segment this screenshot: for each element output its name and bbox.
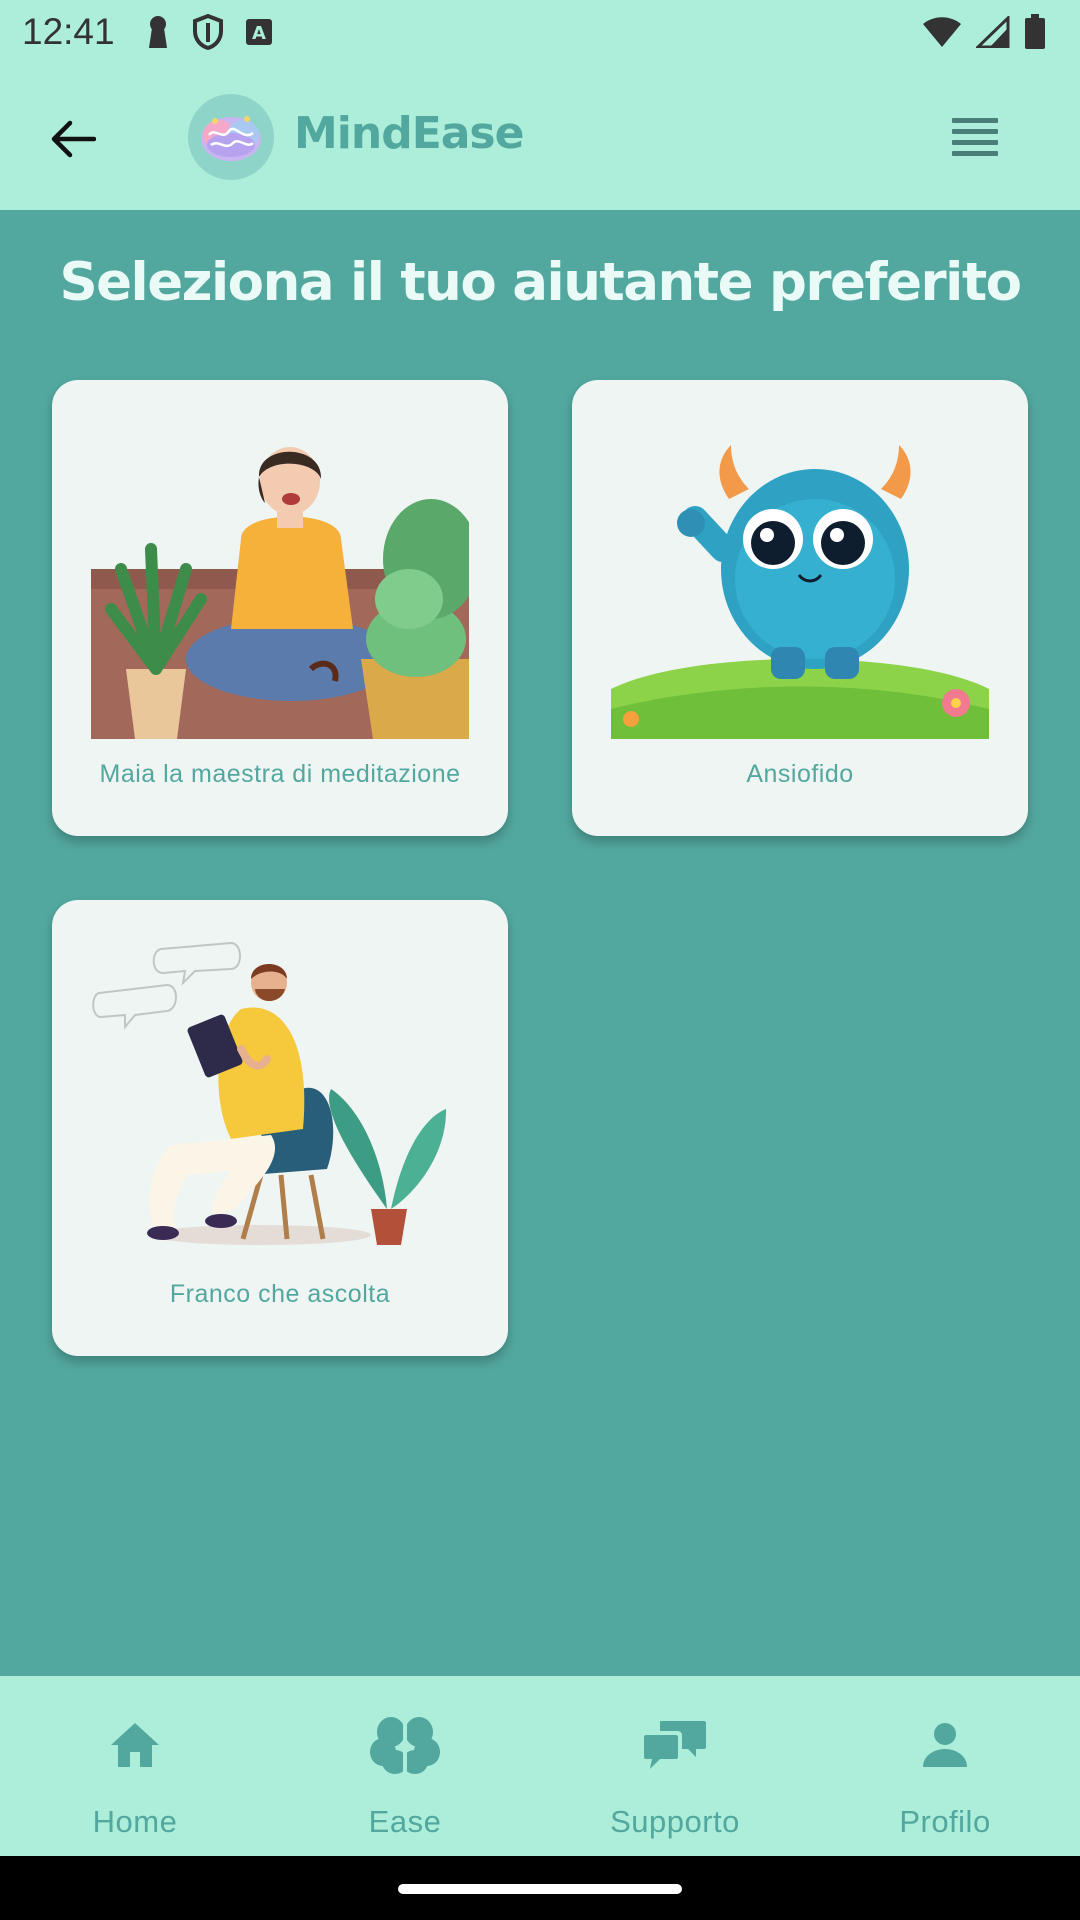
- nav-item-ease[interactable]: Ease: [270, 1676, 540, 1856]
- page-title: Seleziona il tuo aiutante preferito: [59, 252, 1022, 313]
- helper-card-maia[interactable]: Maia la maestra di meditazione: [52, 380, 508, 836]
- brain-logo-icon: [201, 116, 261, 161]
- gesture-bar: [0, 1856, 1080, 1920]
- arrow-left-icon: [51, 120, 96, 158]
- bottom-navigation: Home Ease Supporto Profilo: [0, 1676, 1080, 1856]
- battery-icon: [1025, 14, 1045, 49]
- menu-icon-line: [952, 140, 998, 145]
- nav-item-profilo[interactable]: Profilo: [810, 1676, 1080, 1856]
- helper-card-label: Ansiofido: [746, 760, 854, 788]
- listening-man-illustration: [91, 939, 469, 1259]
- home-gesture-handle[interactable]: [398, 1884, 682, 1894]
- helper-card-label: Maia la maestra di meditazione: [99, 760, 461, 788]
- app-logo: [188, 94, 274, 180]
- status-left-icons: A: [145, 14, 273, 50]
- menu-icon-line: [952, 129, 998, 134]
- meditating-woman-illustration: [91, 419, 469, 739]
- helper-card-franco[interactable]: Franco che ascolta: [52, 900, 508, 1356]
- status-right-icons: [922, 14, 1046, 50]
- blue-monster-illustration: [611, 419, 989, 739]
- status-bar: 12:41 A: [0, 0, 1080, 64]
- nav-label: Home: [92, 1804, 178, 1839]
- chat-icon: [635, 1712, 715, 1778]
- nav-label: Ease: [368, 1804, 442, 1839]
- brain-icon: [365, 1712, 445, 1778]
- nav-label: Profilo: [899, 1804, 991, 1839]
- helper-card-ansiofido[interactable]: Ansiofido: [572, 380, 1028, 836]
- nav-item-home[interactable]: Home: [0, 1676, 270, 1856]
- menu-icon-line: [952, 118, 998, 123]
- helper-card-label: Franco che ascolta: [169, 1280, 391, 1308]
- wifi-icon: [923, 17, 961, 47]
- a-badge-icon: A: [245, 19, 272, 45]
- menu-button[interactable]: [950, 114, 1000, 160]
- svg-text:A: A: [252, 23, 266, 44]
- status-time: 12:41: [22, 11, 115, 52]
- person-icon: [905, 1712, 985, 1778]
- home-icon: [95, 1712, 175, 1778]
- nav-label: Supporto: [610, 1804, 740, 1839]
- signal-icon: [976, 16, 1010, 48]
- menu-icon-line: [952, 151, 998, 156]
- nav-item-supporto[interactable]: Supporto: [540, 1676, 810, 1856]
- keyhole-icon: [148, 16, 167, 48]
- app-bar: MindEase: [0, 64, 1080, 210]
- app-title: MindEase: [294, 108, 524, 159]
- shield-icon: [192, 14, 223, 50]
- back-button[interactable]: [46, 112, 100, 166]
